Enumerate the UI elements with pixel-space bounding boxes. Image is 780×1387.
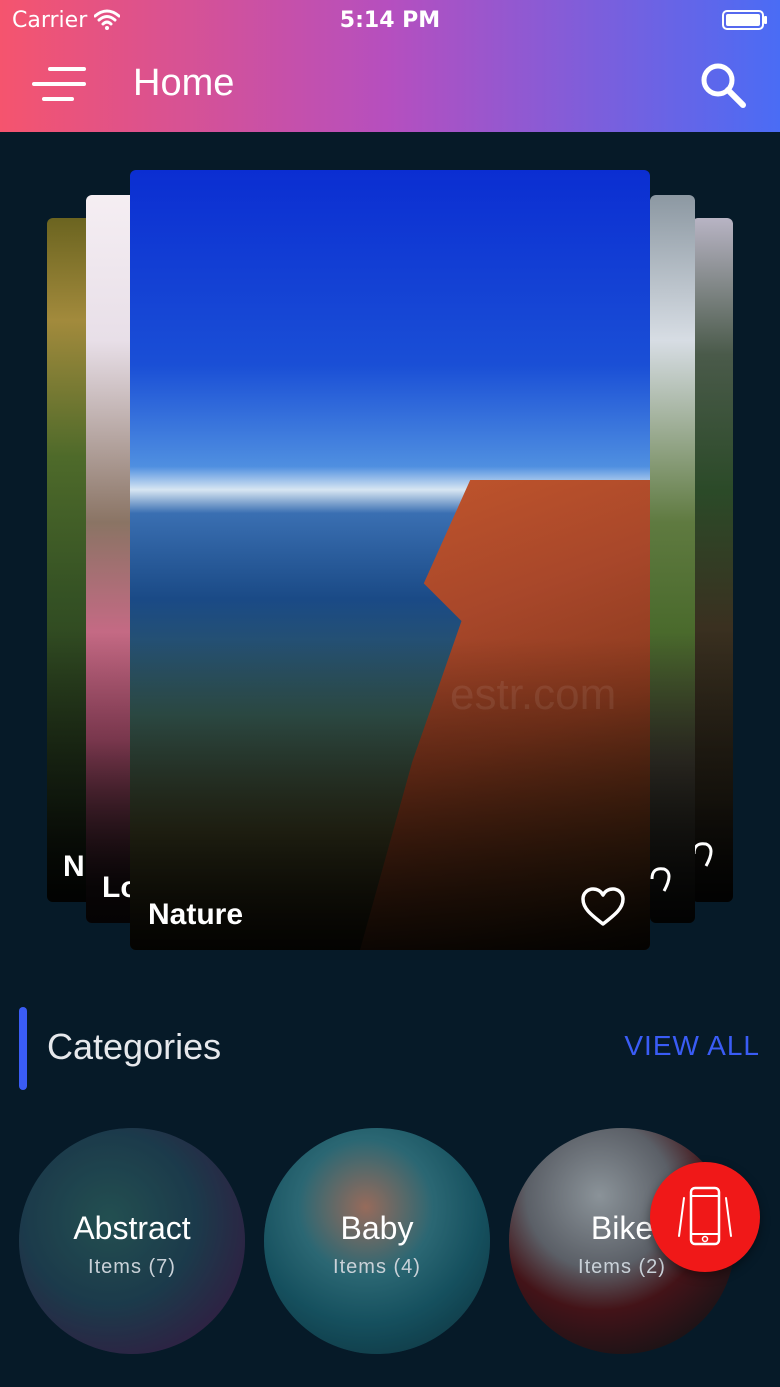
card-label: N (63, 850, 85, 883)
section-accent-bar (19, 1007, 27, 1090)
category-abstract[interactable]: Abstract Items (7) (19, 1128, 245, 1354)
status-time: 5:14 PM (339, 8, 441, 33)
phone-shake-icon (678, 1186, 732, 1246)
heart-icon[interactable] (580, 886, 626, 928)
carousel-card-back[interactable] (692, 218, 733, 902)
watermark: estr.com (450, 670, 617, 719)
category-count: Items (4) (333, 1256, 421, 1278)
page-title: Home (133, 62, 235, 104)
battery-icon (722, 10, 767, 30)
carousel-card-back[interactable] (650, 195, 695, 923)
view-all-link[interactable]: VIEW ALL (624, 1030, 760, 1062)
shake-phone-button[interactable] (650, 1162, 760, 1272)
heart-icon (692, 842, 713, 867)
menu-icon[interactable] (32, 64, 86, 104)
category-name: Abstract (73, 1210, 191, 1246)
status-bar: Carrier 5:14 PM (0, 0, 780, 42)
section-title: Categories (47, 1026, 222, 1067)
category-baby[interactable]: Baby Items (4) (264, 1128, 490, 1354)
category-count: Items (7) (88, 1256, 176, 1278)
search-icon[interactable] (700, 62, 746, 108)
card-label: Nature (148, 898, 244, 931)
category-name: Baby (340, 1210, 414, 1246)
app-header: Carrier 5:14 PM Home (0, 0, 780, 132)
heart-icon (650, 867, 671, 892)
carousel-card-nature[interactable]: estr.com Nature (130, 170, 650, 950)
wallpaper-carousel[interactable]: N Lo estr.com Nature (0, 132, 780, 972)
